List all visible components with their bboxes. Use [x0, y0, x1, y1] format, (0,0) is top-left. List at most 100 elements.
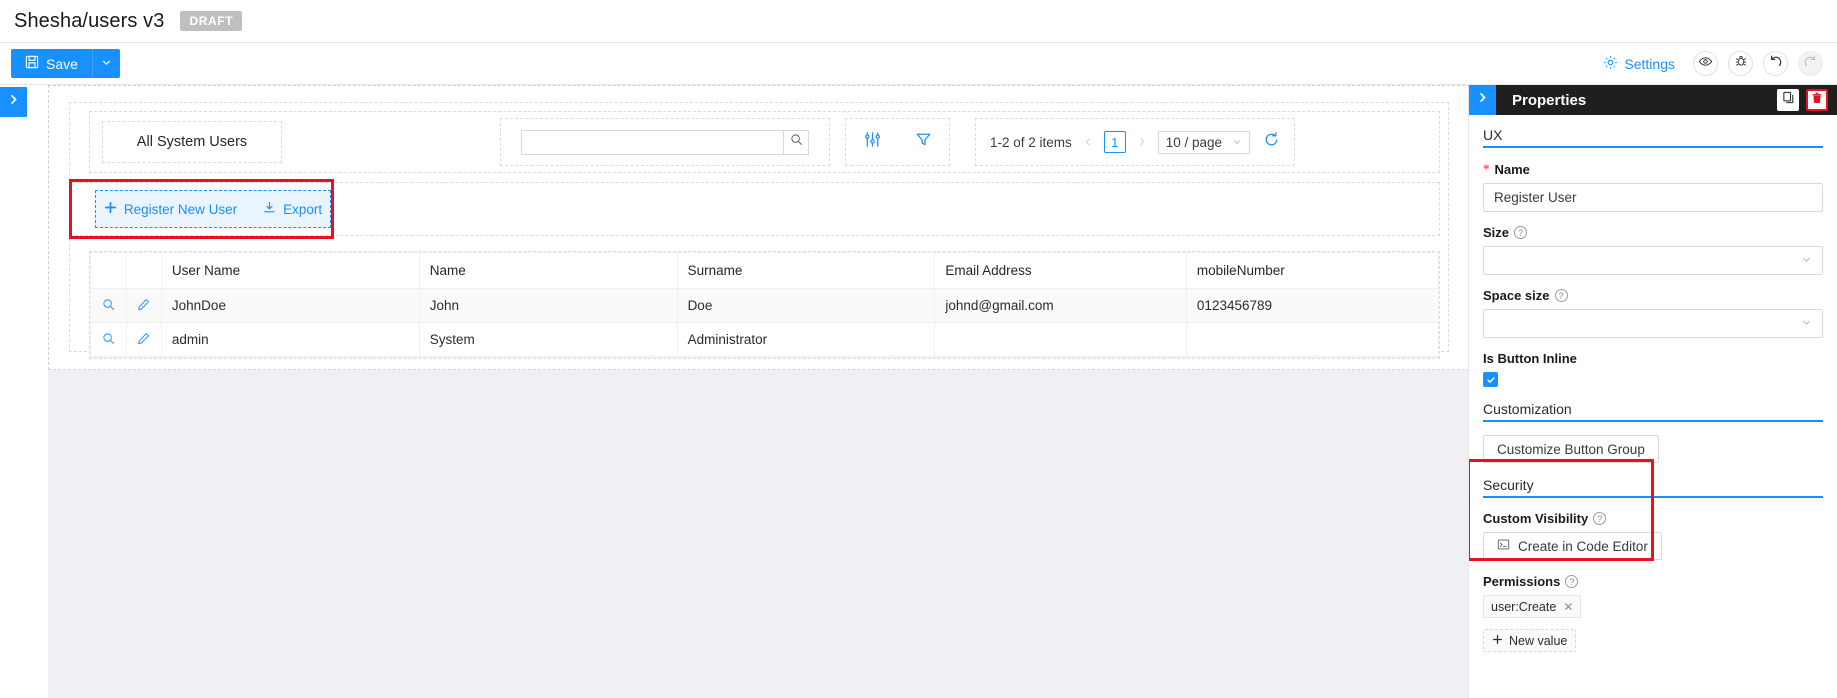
- page-title: Shesha/users v3: [14, 9, 165, 32]
- cell-user-name: admin: [161, 322, 420, 357]
- export-button[interactable]: Export: [263, 201, 322, 217]
- chevron-right-icon: [7, 93, 20, 111]
- filter-icon[interactable]: [915, 131, 932, 153]
- properties-header: Properties: [1469, 85, 1837, 115]
- designer-surface: All System Users 1-2 of 2 items 1 10 / p…: [48, 85, 1470, 370]
- cell-mobile: [1186, 322, 1438, 357]
- chevron-down-icon: [101, 56, 112, 71]
- save-dropdown-button[interactable]: [91, 49, 120, 78]
- help-icon[interactable]: ?: [1514, 226, 1528, 239]
- help-icon[interactable]: ?: [1554, 289, 1568, 302]
- register-new-user-button[interactable]: Register New User: [104, 201, 237, 217]
- top-header: Shesha/users v3 DRAFT: [0, 0, 1837, 43]
- pagination-page-1[interactable]: 1: [1103, 131, 1126, 153]
- export-label: Export: [283, 201, 323, 217]
- customize-button-group-button[interactable]: Customize Button Group: [1483, 435, 1659, 463]
- redo-icon: [1803, 54, 1818, 74]
- left-panel-toggle[interactable]: [0, 87, 27, 117]
- button-group-selected[interactable]: Register New User Export: [95, 190, 331, 228]
- close-icon[interactable]: ✕: [1563, 600, 1573, 614]
- properties-collapse-button[interactable]: [1469, 85, 1496, 115]
- required-asterisk: *: [1483, 161, 1490, 176]
- refresh-button[interactable]: [1263, 131, 1280, 153]
- customize-button-group-label: Customize Button Group: [1497, 441, 1645, 457]
- cell-email: [934, 322, 1187, 357]
- size-label-text: Size: [1483, 225, 1510, 240]
- plus-icon: [104, 201, 117, 217]
- gear-icon: [1603, 55, 1618, 73]
- properties-body: UX * Name Size ? Space size ?: [1469, 115, 1837, 698]
- copy-button[interactable]: [1777, 89, 1799, 111]
- table-header-user-name: User Name: [161, 253, 420, 289]
- pagination-prev-button[interactable]: [1081, 135, 1095, 150]
- delete-button[interactable]: [1806, 89, 1828, 111]
- row-view-cell[interactable]: [91, 322, 127, 357]
- view-icon[interactable]: [102, 298, 115, 311]
- column-settings-icon[interactable]: [863, 130, 882, 154]
- properties-header-actions: [1777, 89, 1828, 111]
- search-input[interactable]: [521, 129, 783, 155]
- redo-icon-button[interactable]: [1798, 51, 1823, 76]
- search-input-group: [521, 129, 809, 155]
- table-row[interactable]: JohnDoe John Doe johnd@gmail.com 0123456…: [91, 288, 1438, 323]
- save-button-label: Save: [46, 55, 78, 72]
- name-field-label: * Name: [1483, 161, 1823, 177]
- is-button-inline-label-text: Is Button Inline: [1483, 351, 1577, 366]
- settings-button[interactable]: Settings: [1603, 55, 1675, 73]
- datatable: User Name Name Surname Email Address mob…: [89, 251, 1440, 359]
- page-size-select[interactable]: 10 / page: [1157, 130, 1251, 154]
- settings-label: Settings: [1624, 55, 1675, 72]
- app-root: Shesha/users v3 DRAFT Save Settings All …: [0, 0, 1837, 698]
- debug-icon-button[interactable]: [1728, 51, 1753, 76]
- name-input[interactable]: [1483, 183, 1823, 212]
- edit-icon[interactable]: [137, 332, 150, 345]
- permissions-label-text: Permissions: [1483, 574, 1561, 589]
- register-new-user-label: Register New User: [123, 201, 238, 217]
- download-icon: [263, 201, 276, 217]
- help-icon[interactable]: ?: [1593, 512, 1607, 525]
- datatable-toolbar: All System Users 1-2 of 2 items 1 10 / p…: [89, 111, 1440, 173]
- new-value-button[interactable]: New value: [1483, 629, 1577, 652]
- chevron-down-icon: [1232, 135, 1242, 150]
- save-button-group: Save: [11, 49, 120, 78]
- space-size-label-text: Space size: [1483, 288, 1550, 303]
- row-view-cell[interactable]: [91, 288, 127, 323]
- search-button[interactable]: [783, 129, 809, 155]
- pagination-next-button[interactable]: [1135, 135, 1149, 150]
- create-in-code-editor-button[interactable]: Create in Code Editor: [1483, 532, 1662, 560]
- bug-icon: [1734, 54, 1748, 73]
- space-size-field-label: Space size ?: [1483, 288, 1823, 303]
- is-button-inline-label: Is Button Inline: [1483, 351, 1823, 366]
- save-button[interactable]: Save: [11, 49, 92, 78]
- help-icon[interactable]: ?: [1565, 575, 1579, 588]
- row-edit-cell[interactable]: [126, 288, 162, 323]
- table-header-actions-2: [126, 253, 162, 289]
- status-badge: DRAFT: [180, 11, 243, 31]
- table-header-surname: Surname: [677, 253, 936, 289]
- new-value-label: New value: [1509, 633, 1568, 648]
- row-edit-cell[interactable]: [126, 322, 162, 357]
- create-in-code-editor-label: Create in Code Editor: [1518, 538, 1648, 554]
- table-row[interactable]: admin System Administrator: [91, 322, 1438, 357]
- section-ux: UX: [1483, 127, 1823, 148]
- is-button-inline-checkbox[interactable]: [1483, 372, 1498, 387]
- table-header-actions-1: [91, 253, 127, 289]
- code-editor-icon: [1497, 538, 1510, 554]
- permission-tag[interactable]: user:Create ✕: [1483, 595, 1582, 618]
- undo-icon-button[interactable]: [1763, 51, 1788, 76]
- save-icon: [25, 55, 39, 72]
- pagination-range: 1-2 of 2 items: [989, 134, 1072, 150]
- size-field-label: Size ?: [1483, 225, 1823, 240]
- view-icon[interactable]: [102, 332, 115, 345]
- form-designer-canvas: All System Users 1-2 of 2 items 1 10 / p…: [48, 85, 1470, 698]
- edit-icon[interactable]: [137, 298, 150, 311]
- space-size-select[interactable]: [1483, 309, 1823, 338]
- properties-title: Properties: [1512, 91, 1587, 109]
- copy-icon: [1782, 91, 1795, 109]
- size-select[interactable]: [1483, 246, 1823, 275]
- pagination: 1-2 of 2 items 1 10 / page: [975, 118, 1295, 166]
- cell-name: System: [419, 322, 678, 357]
- table-icon-actions: [845, 118, 950, 166]
- table-header-email: Email Address: [934, 253, 1187, 289]
- preview-icon-button[interactable]: [1693, 51, 1718, 76]
